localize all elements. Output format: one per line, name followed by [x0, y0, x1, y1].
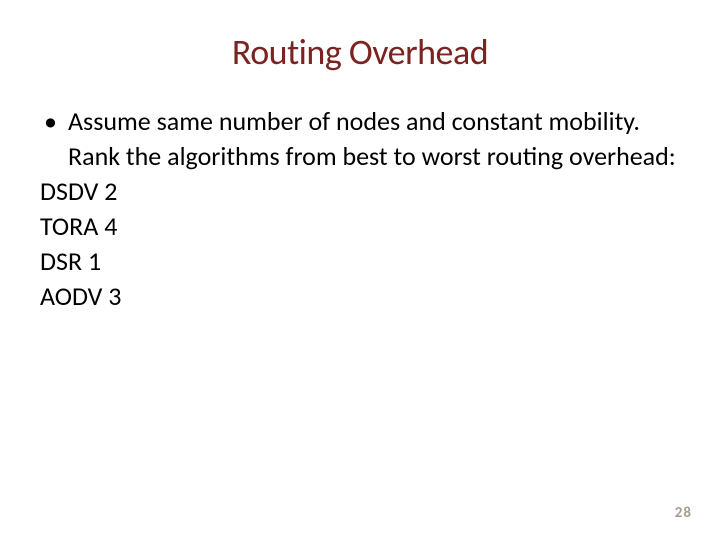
page-number: 28	[675, 504, 692, 522]
bullet-text: Assume same number of nodes and constant…	[68, 104, 680, 174]
text-line: AODV 3	[40, 279, 680, 314]
bullet-dot: •	[40, 104, 68, 139]
bullet-item: • Assume same number of nodes and consta…	[40, 104, 680, 174]
text-line: DSDV 2	[40, 174, 680, 209]
slide-title: Routing Overhead	[40, 30, 680, 74]
slide: Routing Overhead • Assume same number of…	[0, 0, 720, 540]
text-line: TORA 4	[40, 209, 680, 244]
text-line: DSR 1	[40, 244, 680, 279]
slide-content: • Assume same number of nodes and consta…	[40, 104, 680, 315]
